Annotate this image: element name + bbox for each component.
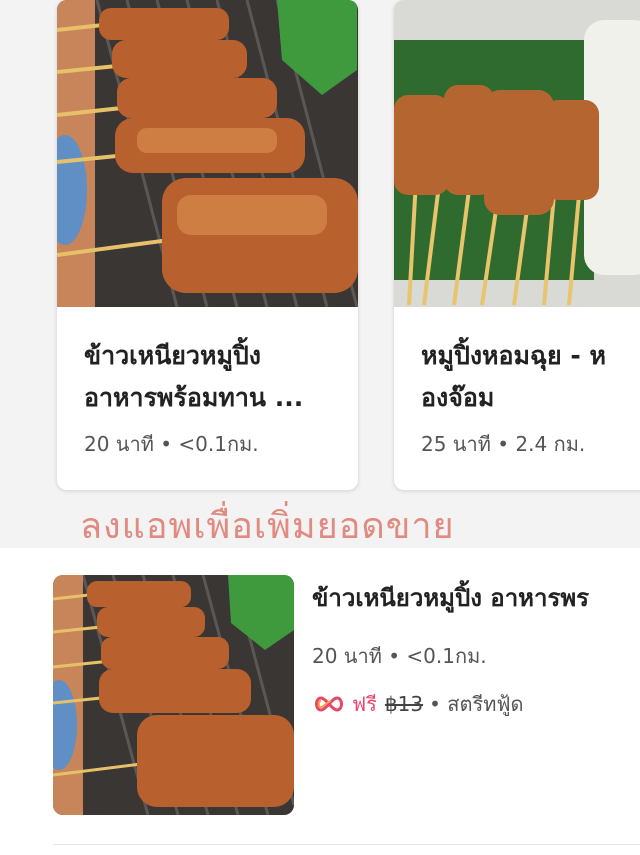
- restaurant-list: ข้าวเหนียวหมูปิ้ง อาหารพร 20 นาที • <0.1…: [0, 548, 640, 855]
- restaurant-name: ข้าวเหนียวหมูปิ้ง อาหารพร้อมทาน ...: [84, 341, 304, 412]
- free-delivery-label: ฟรี: [352, 692, 377, 716]
- restaurant-card[interactable]: หมูปิ้งหอมฉุย - ห องจ๊อม 25 นาที • 2.4 ก…: [394, 0, 640, 490]
- restaurant-name: หมูปิ้งหอมฉุย - ห องจ๊อม: [421, 341, 606, 412]
- category-label: สตรีทฟู้ด: [447, 692, 524, 716]
- restaurant-card[interactable]: ข้าวเหนียวหมูปิ้ง อาหารพร้อมทาน ... 20 น…: [57, 0, 358, 490]
- food-photo-pork-skewers: [53, 575, 294, 815]
- overlay-caption: ลงแอพเพื่อเพิ่มยอดขาย: [80, 506, 455, 547]
- food-photo-pork-skewers-with-rice: [394, 0, 640, 307]
- restaurant-card-carousel: ข้าวเหนียวหมูปิ้ง อาหารพร้อมทาน ... 20 น…: [0, 0, 640, 548]
- food-photo-pork-skewers: [57, 0, 358, 307]
- infinity-promo-icon: [315, 696, 343, 712]
- original-fee: ฿13: [384, 692, 424, 716]
- delivery-info: 20 นาที • <0.1กม.: [84, 432, 259, 456]
- restaurant-name: ข้าวเหนียวหมูปิ้ง อาหารพร: [312, 584, 590, 612]
- divider: [53, 844, 640, 845]
- delivery-fee-promo: ฟรี ฿13 • สตรีทฟู้ด: [312, 688, 524, 720]
- delivery-info: 20 นาที • <0.1กม.: [312, 644, 487, 668]
- delivery-info: 25 นาที • 2.4 กม.: [421, 432, 586, 456]
